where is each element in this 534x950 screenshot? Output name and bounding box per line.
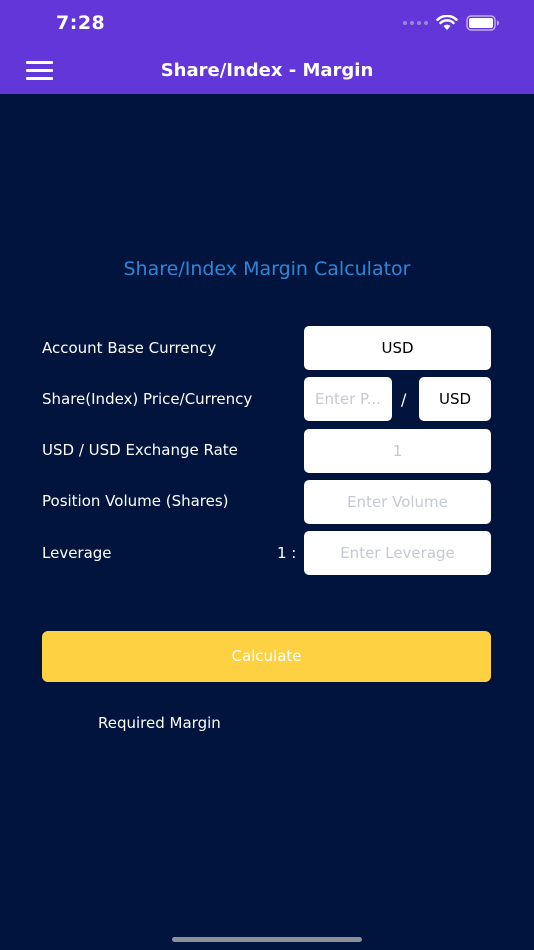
base-currency-label: Account Base Currency bbox=[42, 339, 217, 357]
page-title: Share/Index - Margin bbox=[160, 60, 374, 81]
leverage-input[interactable]: Enter Leverage bbox=[304, 531, 491, 575]
calculator-title: Share/Index Margin Calculator bbox=[123, 258, 411, 280]
price-currency-separator: / bbox=[401, 390, 407, 409]
base-currency-select[interactable]: USD bbox=[304, 326, 491, 370]
required-margin-label: Required Margin bbox=[98, 714, 221, 732]
price-currency-label: Share(Index) Price/Currency bbox=[42, 390, 253, 408]
leverage-ratio-prefix: 1 : bbox=[277, 544, 297, 562]
nav-bar: Share/Index - Margin bbox=[0, 48, 534, 94]
status-icons bbox=[403, 15, 500, 31]
hamburger-menu-icon[interactable] bbox=[26, 60, 53, 82]
share-price-input[interactable]: Enter P... bbox=[304, 377, 392, 421]
leverage-label: Leverage bbox=[42, 544, 112, 562]
price-currency-select[interactable]: USD bbox=[419, 377, 491, 421]
calculate-button[interactable]: Calculate bbox=[42, 631, 491, 682]
position-volume-label: Position Volume (Shares) bbox=[42, 492, 229, 510]
battery-icon bbox=[466, 15, 499, 31]
exchange-rate-field[interactable]: 1 bbox=[304, 429, 491, 473]
cellular-signal-icon bbox=[403, 21, 428, 25]
position-volume-input[interactable]: Enter Volume bbox=[304, 480, 491, 524]
wifi-icon bbox=[436, 15, 458, 30]
status-bar: 7:28 bbox=[0, 0, 534, 48]
home-indicator[interactable] bbox=[172, 937, 362, 942]
status-time: 7:28 bbox=[56, 12, 106, 34]
exchange-rate-label: USD / USD Exchange Rate bbox=[42, 441, 238, 459]
